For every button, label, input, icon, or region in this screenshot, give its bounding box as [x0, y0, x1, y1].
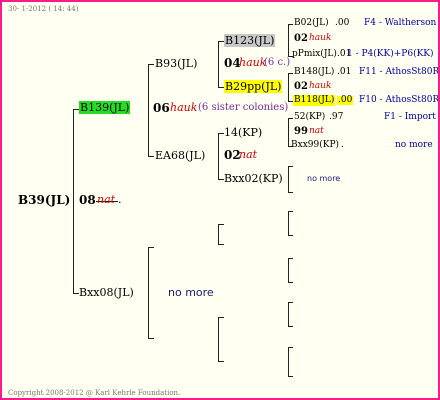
connector — [288, 326, 293, 327]
p14-name[interactable]: 14(KP) — [224, 127, 262, 138]
b29pp-name[interactable]: B29pp(JL) — [224, 80, 283, 93]
connector — [288, 24, 293, 25]
bxx02-note: no more — [307, 174, 341, 183]
b148-value: .01 — [337, 67, 352, 77]
connector — [218, 361, 224, 362]
p52-name[interactable]: 52(KP) — [294, 113, 325, 122]
connector — [288, 347, 293, 348]
connector — [288, 24, 289, 56]
p52-value: .97 — [329, 112, 344, 122]
b123-generation: 02 — [294, 33, 308, 44]
connector — [148, 64, 154, 65]
root-dot: . — [118, 193, 122, 206]
b118-origin: F10 - AthosSt80R — [359, 95, 440, 105]
connector — [288, 192, 293, 193]
ea68-tag: nat — [239, 148, 258, 161]
connector — [288, 258, 293, 259]
connector — [288, 166, 289, 192]
b29pp-tag: hauk — [309, 81, 332, 91]
connector — [218, 224, 224, 225]
connector — [218, 317, 219, 361]
b29pp-generation: 02 — [294, 81, 308, 92]
connector — [288, 211, 289, 235]
bxx99-name[interactable]: Bxx99(KP) — [291, 141, 339, 150]
connector — [148, 338, 154, 339]
connector — [148, 247, 154, 248]
b148-name[interactable]: B148(JL) — [294, 68, 334, 77]
connector — [288, 282, 293, 283]
b02-name[interactable]: B02(JL) — [294, 19, 329, 28]
connector — [288, 347, 289, 376]
connector — [288, 376, 293, 377]
bxx02-name[interactable]: Bxx02(KP) — [224, 173, 283, 184]
connector — [218, 317, 224, 318]
connector — [218, 224, 219, 244]
ppmix-origin: 1 - P4(KK)+P6(KK) — [347, 49, 434, 59]
connector — [288, 258, 289, 282]
b118-name[interactable]: B118(JL) — [293, 95, 336, 106]
timestamp: 30- 1-2012 ( 14: 44) — [8, 5, 79, 13]
connector — [288, 118, 289, 146]
root-name[interactable]: B39(JL) — [18, 194, 70, 206]
b93-name[interactable]: B93(JL) — [155, 58, 197, 69]
b123-name[interactable]: B123(JL) — [224, 34, 276, 47]
b02-origin: F4 - Waltherson — [364, 18, 437, 28]
connector — [288, 73, 289, 101]
connector — [73, 109, 74, 294]
connector — [288, 302, 289, 326]
bxx08-note: no more — [168, 286, 214, 299]
b02-value: .00 — [335, 18, 350, 28]
connector — [148, 156, 154, 157]
bxx08-name[interactable]: Bxx08(JL) — [79, 287, 134, 298]
connector — [218, 41, 219, 87]
root-generation: 08 — [79, 193, 96, 207]
p14-tag: nat — [309, 126, 324, 136]
connector — [218, 133, 219, 179]
b139-name[interactable]: B139(JL) — [79, 101, 131, 114]
ppmix-name[interactable]: pPmix(JL) — [292, 50, 337, 59]
b93-note: (6 c.) — [264, 57, 291, 68]
bxx99-origin: no more — [395, 140, 433, 150]
connector — [218, 244, 224, 245]
ea68-name[interactable]: EA68(JL) — [155, 150, 205, 161]
b139-note: (6 sister colonies) — [198, 102, 289, 113]
connector — [288, 73, 293, 74]
connector — [288, 211, 293, 212]
b93-tag: hauk — [239, 56, 267, 69]
p52-origin: F1 - Import — [384, 112, 436, 122]
connector — [288, 302, 293, 303]
connector — [148, 64, 149, 156]
p14-generation: 99 — [294, 126, 308, 137]
copyright: Copyright 2008-2012 @ Karl Kehrle Founda… — [8, 389, 181, 397]
b139-tag: hauk — [170, 101, 198, 114]
connector — [288, 118, 293, 119]
connector — [288, 166, 293, 167]
b148-origin: F11 - AthosSt80R — [359, 67, 440, 77]
connector — [148, 247, 149, 338]
bxx99-value: . — [341, 140, 344, 150]
b123-tag: hauk — [309, 33, 332, 43]
b118-value: .00 — [337, 95, 354, 105]
root-tag: nat — [97, 193, 116, 206]
pedigree-chart: 30- 1-2012 ( 14: 44) Copyright 2008-2012… — [0, 0, 440, 400]
b139-generation: 06 — [153, 101, 170, 115]
connector — [288, 235, 293, 236]
